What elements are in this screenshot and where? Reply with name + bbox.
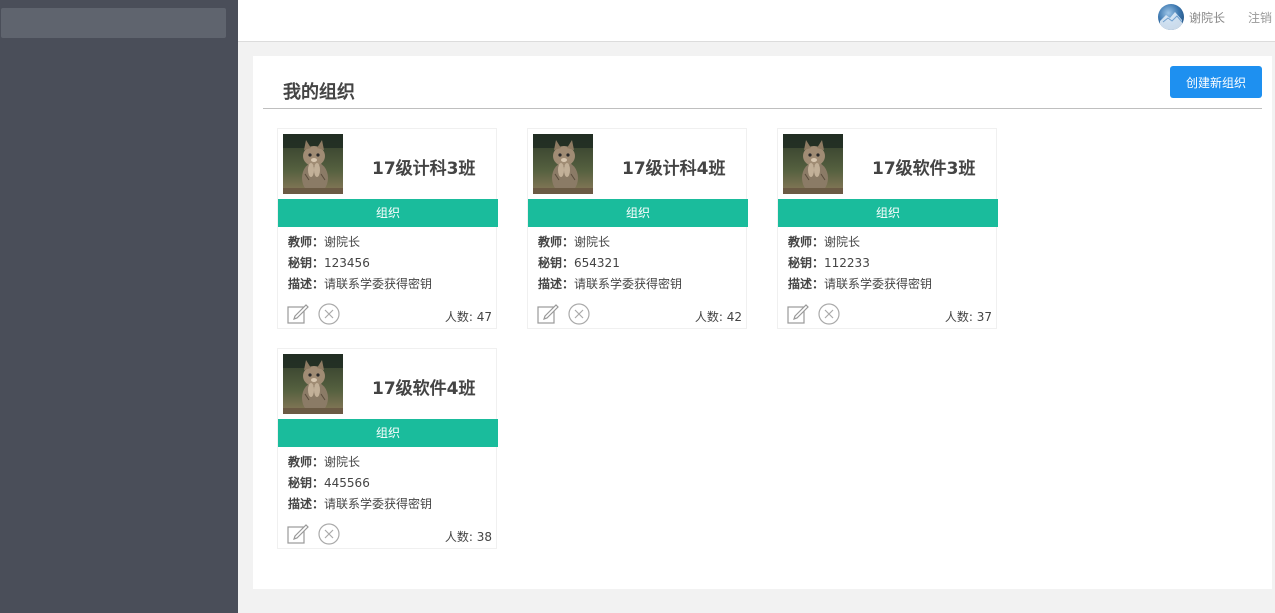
delete-icon[interactable] (318, 523, 340, 545)
member-count-label: 人数: (694, 310, 727, 324)
teacher-label: 教师： (538, 235, 575, 249)
organization-card[interactable]: 17级软件3班 组织 教师：谢院长 秘钥：112233 描述：请联系学委获得密钥… (777, 128, 998, 329)
description-row: 描述：请联系学委获得密钥 (788, 275, 932, 292)
create-organization-button[interactable]: 创建新组织 (1170, 66, 1262, 98)
teacher-row: 教师：谢院长 (788, 233, 860, 250)
edit-icon[interactable] (287, 522, 309, 544)
key-label: 秘钥： (288, 256, 325, 270)
logout-link[interactable]: 注销 (1248, 9, 1272, 26)
edit-icon[interactable] (787, 302, 809, 324)
user-name[interactable]: 谢院长 (1189, 9, 1225, 26)
description-value: 请联系学委获得密钥 (574, 277, 683, 291)
delete-icon[interactable] (318, 303, 340, 325)
description-value: 请联系学委获得密钥 (824, 277, 933, 291)
teacher-row: 教师：谢院长 (288, 233, 360, 250)
organization-name[interactable]: 17级计科4班 (622, 154, 726, 179)
key-label: 秘钥： (288, 476, 325, 490)
description-label: 描述： (288, 497, 325, 511)
key-row: 秘钥：445566 (288, 474, 370, 491)
cat-thumbnail-image (283, 134, 343, 194)
description-row: 描述：请联系学委获得密钥 (288, 495, 432, 512)
user-menu[interactable]: 谢院长 (1158, 4, 1225, 30)
organization-tag: 组织 (278, 419, 498, 447)
teacher-row: 教师：谢院长 (538, 233, 610, 250)
member-count: 人数: 47 (445, 308, 492, 325)
user-avatar-icon[interactable] (1158, 4, 1184, 30)
edit-icon[interactable] (537, 302, 559, 324)
key-label: 秘钥： (788, 256, 825, 270)
key-row: 秘钥：654321 (538, 254, 620, 271)
teacher-label: 教师： (288, 455, 325, 469)
organization-card[interactable]: 17级计科3班 组织 教师：谢院长 秘钥：123456 描述：请联系学委获得密钥… (277, 128, 498, 329)
member-count-value: 37 (976, 310, 992, 324)
teacher-value: 谢院长 (574, 235, 611, 249)
organization-card[interactable]: 17级计科4班 组织 教师：谢院长 秘钥：654321 描述：请联系学委获得密钥… (527, 128, 748, 329)
organization-name[interactable]: 17级计科3班 (372, 154, 476, 179)
member-count-value: 42 (726, 310, 742, 324)
member-count: 人数: 38 (445, 528, 492, 545)
sidebar-search-box[interactable] (1, 8, 226, 38)
description-value: 请联系学委获得密钥 (324, 277, 433, 291)
description-label: 描述： (538, 277, 575, 291)
delete-icon[interactable] (818, 303, 840, 325)
description-row: 描述：请联系学委获得密钥 (538, 275, 682, 292)
key-value: 654321 (574, 256, 620, 270)
organization-tag: 组织 (528, 199, 748, 227)
key-value: 112233 (824, 256, 870, 270)
member-count: 人数: 42 (695, 308, 742, 325)
teacher-label: 教师： (288, 235, 325, 249)
key-value: 445566 (324, 476, 370, 490)
cat-thumbnail-image (283, 354, 343, 414)
organization-tag: 组织 (278, 199, 498, 227)
sidebar (0, 0, 238, 613)
page-title: 我的组织 (283, 82, 355, 103)
organization-name[interactable]: 17级软件4班 (372, 374, 476, 399)
teacher-label: 教师： (788, 235, 825, 249)
organization-tag: 组织 (778, 199, 998, 227)
description-row: 描述：请联系学委获得密钥 (288, 275, 432, 292)
key-label: 秘钥： (538, 256, 575, 270)
member-count: 人数: 37 (945, 308, 992, 325)
organization-card[interactable]: 17级软件4班 组织 教师：谢院长 秘钥：445566 描述：请联系学委获得密钥… (277, 348, 498, 549)
member-count-value: 47 (476, 310, 492, 324)
top-bar: 谢院长 注销 (238, 0, 1275, 42)
member-count-label: 人数: (444, 530, 477, 544)
organization-name[interactable]: 17级软件3班 (872, 154, 976, 179)
cat-thumbnail-image (533, 134, 593, 194)
teacher-value: 谢院长 (324, 455, 361, 469)
key-row: 秘钥：123456 (288, 254, 370, 271)
member-count-label: 人数: (444, 310, 477, 324)
description-label: 描述： (788, 277, 825, 291)
delete-icon[interactable] (568, 303, 590, 325)
description-value: 请联系学委获得密钥 (324, 497, 433, 511)
teacher-value: 谢院长 (324, 235, 361, 249)
description-label: 描述： (288, 277, 325, 291)
member-count-label: 人数: (944, 310, 977, 324)
key-value: 123456 (324, 256, 370, 270)
edit-icon[interactable] (287, 302, 309, 324)
cat-thumbnail-image (783, 134, 843, 194)
key-row: 秘钥：112233 (788, 254, 870, 271)
teacher-row: 教师：谢院长 (288, 453, 360, 470)
teacher-value: 谢院长 (824, 235, 861, 249)
member-count-value: 38 (476, 530, 492, 544)
panel-header: 我的组织 创建新组织 (263, 56, 1262, 109)
